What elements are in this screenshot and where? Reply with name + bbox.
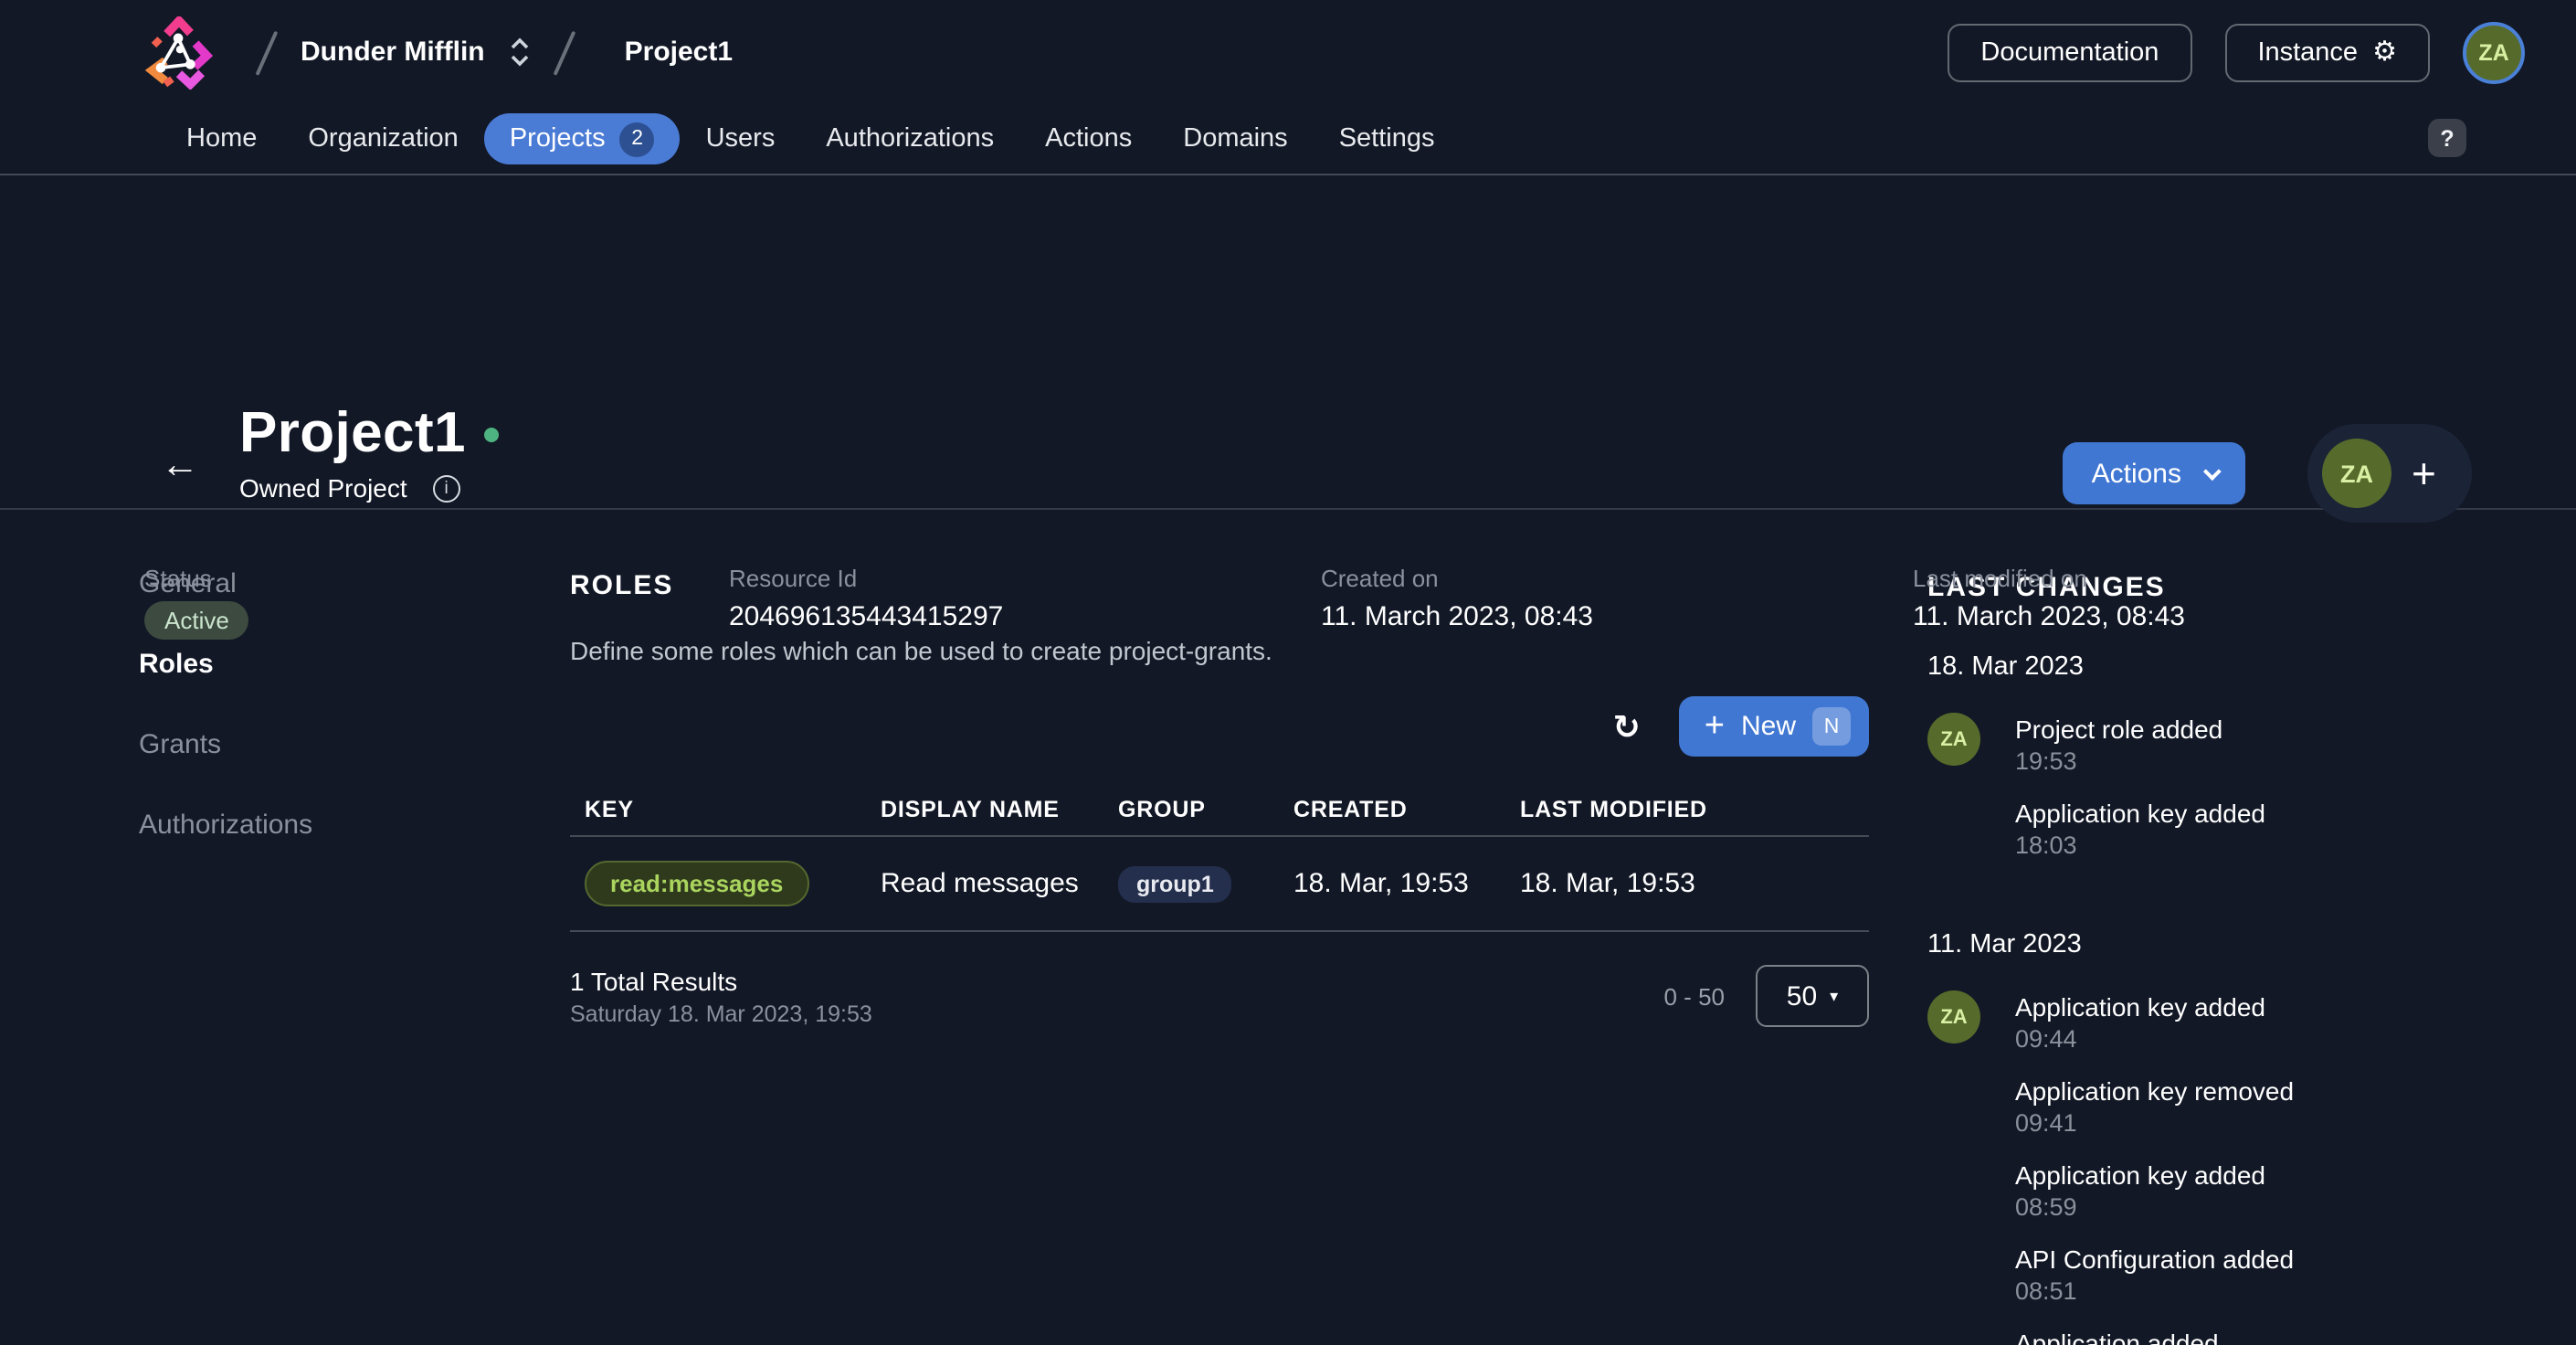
roles-toolbar: ↻ + New N [570, 696, 1869, 757]
tab-domains[interactable]: Domains [1157, 113, 1313, 164]
status-badge: Active [144, 601, 249, 640]
actions-menu-button[interactable]: Actions [2062, 442, 2245, 504]
change-group: ZA Application key added 09:44 Applicati… [1927, 990, 2576, 1345]
topbar-actions: Documentation Instance ⚙ ZA [1948, 21, 2525, 83]
main-nav: Home Organization Projects 2 Users Autho… [0, 104, 2576, 175]
tab-actions[interactable]: Actions [1019, 113, 1157, 164]
instance-button[interactable]: Instance ⚙ [2224, 23, 2430, 81]
shortcut-key-badge: N [1812, 707, 1851, 746]
meta-created-on: Created on 11. March 2023, 08:43 [1321, 565, 1593, 632]
change-event[interactable]: Application key removed 09:41 [2015, 1075, 2294, 1140]
sidebar-item-grants[interactable]: Grants [139, 729, 221, 760]
sidebar-item-roles[interactable]: Roles [139, 649, 214, 680]
contributors-widget[interactable]: ZA + [2307, 424, 2472, 523]
role-key-badge: read:messages [585, 861, 809, 906]
info-icon[interactable]: i [432, 474, 460, 502]
new-role-button[interactable]: + New N [1678, 696, 1869, 757]
change-avatar: ZA [1927, 713, 1980, 766]
results-timestamp: Saturday 18. Mar 2023, 19:53 [570, 1001, 872, 1026]
roles-table: KEY DISPLAY NAME GROUP CREATED LAST MODI… [570, 782, 1869, 932]
role-created: 18. Mar, 19:53 [1293, 868, 1469, 899]
meta-status: Status Active [144, 565, 729, 640]
tab-home[interactable]: Home [161, 113, 282, 164]
change-avatar: ZA [1927, 990, 1980, 1043]
total-results: 1 Total Results [570, 966, 738, 995]
meta-resource-id: Resource Id 204696135443415297 [729, 565, 1004, 632]
project-header: ← Project1 Owned Project i Actions ZA + … [0, 175, 2576, 640]
results-summary: 1 Total Results Saturday 18. Mar 2023, 1… [570, 966, 872, 1026]
gear-icon: ⚙ [2372, 37, 2397, 68]
page-size-select[interactable]: 50 ▾ [1756, 965, 1869, 1027]
project-meta: Status Active Resource Id 20469613544341… [144, 565, 2185, 640]
breadcrumb-slash [255, 29, 278, 75]
tab-organization[interactable]: Organization [282, 113, 483, 164]
meta-last-modified: Last modified on 11. March 2023, 08:43 [1913, 565, 2185, 632]
table-header-row: KEY DISPLAY NAME GROUP CREATED LAST MODI… [570, 782, 1869, 837]
breadcrumb-project[interactable]: Project1 [625, 37, 733, 68]
add-member-icon[interactable]: + [2412, 451, 2436, 494]
projects-count-badge: 2 [619, 122, 655, 156]
topbar: Dunder Mifflin Project1 Documentation In… [0, 0, 2576, 104]
page-title: Project1 [239, 400, 466, 464]
tab-authorizations[interactable]: Authorizations [800, 113, 1019, 164]
unfold-icon [512, 37, 529, 67]
chevron-down-icon [2202, 461, 2222, 481]
documentation-button[interactable]: Documentation [1948, 23, 2192, 81]
user-avatar[interactable]: ZA [2463, 21, 2525, 83]
org-selector[interactable]: Dunder Mifflin [301, 37, 531, 68]
table-footer: 1 Total Results Saturday 18. Mar 2023, 1… [570, 965, 1869, 1027]
change-event[interactable]: API Configuration added 08:51 [2015, 1243, 2294, 1308]
page-range: 0 - 50 [1663, 982, 1726, 1010]
change-date: 18. Mar 2023 [1927, 652, 2084, 682]
table-row[interactable]: read:messages Read messages group1 18. M… [570, 837, 1869, 932]
change-group: ZA Project role added 19:53 Application … [1927, 713, 2576, 881]
tab-projects[interactable]: Projects 2 [483, 113, 681, 164]
roles-description: Define some roles which can be used to c… [570, 636, 1272, 665]
tab-users[interactable]: Users [681, 113, 801, 164]
paginator: 0 - 50 50 ▾ [1663, 965, 1869, 1027]
role-group-badge: group1 [1118, 865, 1232, 902]
breadcrumb-slash [554, 29, 576, 75]
role-last-modified: 18. Mar, 19:53 [1520, 868, 1695, 899]
contributor-avatar[interactable]: ZA [2322, 439, 2391, 508]
change-event[interactable]: Application key added 18:03 [2015, 797, 2265, 863]
project-type-label: Owned Project [239, 473, 407, 503]
role-display-name: Read messages [881, 868, 1079, 899]
caret-down-icon: ▾ [1830, 986, 1839, 1004]
change-event[interactable]: Application key added 08:59 [2015, 1159, 2294, 1224]
zitadel-console: Dunder Mifflin Project1 Documentation In… [0, 0, 2576, 1345]
plus-icon: + [1704, 707, 1725, 746]
help-button[interactable]: ? [2428, 119, 2466, 157]
org-name: Dunder Mifflin [301, 37, 485, 68]
breadcrumb: Dunder Mifflin Project1 [0, 16, 1948, 89]
back-arrow-icon[interactable]: ← [161, 446, 199, 484]
change-event[interactable]: Project role added 19:53 [2015, 713, 2265, 778]
sidebar-item-authorizations[interactable]: Authorizations [139, 810, 312, 841]
change-date: 11. Mar 2023 [1927, 930, 2082, 959]
change-event[interactable]: Application added 08:51 [2015, 1327, 2294, 1345]
title-block: Project1 Owned Project i [239, 398, 499, 503]
zitadel-logo-icon[interactable] [144, 16, 214, 89]
refresh-icon[interactable]: ↻ [1613, 710, 1641, 743]
project-active-dot [483, 428, 499, 442]
tab-settings[interactable]: Settings [1314, 113, 1461, 164]
change-event[interactable]: Application key added 09:44 [2015, 990, 2294, 1056]
